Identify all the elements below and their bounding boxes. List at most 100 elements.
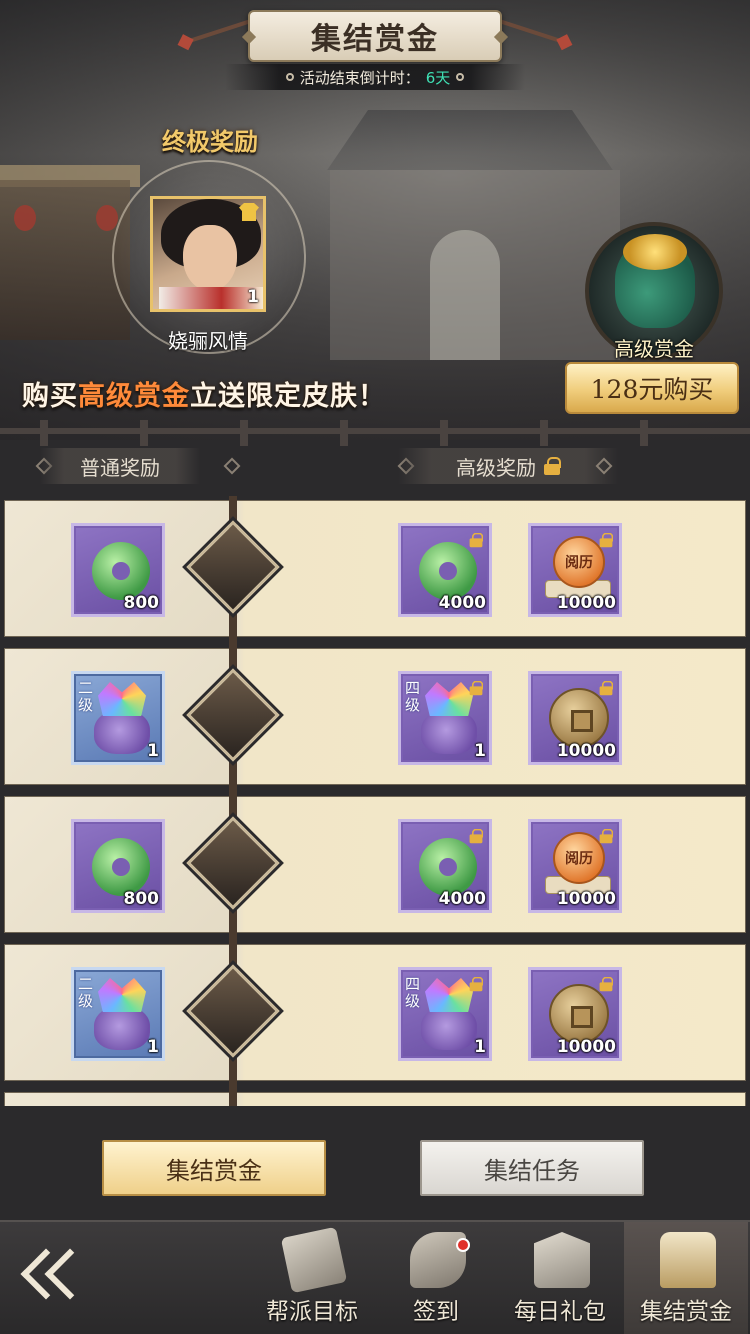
gem-bag-icon bbox=[421, 1006, 477, 1050]
skin-name: 娆骊风情 bbox=[168, 329, 248, 353]
book-icon bbox=[280, 1226, 348, 1294]
reward-item-advanced[interactable]: 4000 bbox=[398, 819, 492, 913]
reward-item-advanced[interactable]: 四级 1 bbox=[398, 967, 492, 1061]
fence-divider bbox=[0, 420, 750, 446]
fence-post bbox=[340, 420, 348, 446]
lock-icon bbox=[544, 457, 561, 475]
costume-icon bbox=[239, 203, 259, 221]
advanced-bounty-label: 高级赏金 bbox=[614, 337, 694, 361]
gold-coins-icon bbox=[623, 234, 687, 270]
ultimate-reward-title: 终极奖励 bbox=[162, 127, 258, 156]
nav-label: 每日礼包 bbox=[514, 1299, 606, 1325]
lantern-icon bbox=[14, 205, 36, 231]
gem-cluster-icon bbox=[98, 682, 146, 716]
experience-orb-icon: 阅历 bbox=[553, 832, 605, 884]
reward-row: 二级 1 四级 1 10000 bbox=[4, 648, 746, 785]
rally-tasks-button[interactable]: 集结任务 bbox=[420, 1140, 644, 1196]
item-quantity: 1 bbox=[147, 1037, 159, 1057]
tab-advanced-rewards[interactable]: 高级奖励 bbox=[398, 448, 618, 484]
promo-prefix: 购买 bbox=[22, 381, 78, 412]
lock-icon bbox=[599, 828, 614, 844]
item-grade: 四级 bbox=[405, 679, 421, 714]
reward-item-normal[interactable]: 二级 1 bbox=[71, 967, 165, 1061]
gem-bag-icon bbox=[94, 710, 150, 754]
buy-advanced-button[interactable]: 128元购买 bbox=[565, 362, 739, 414]
lantern-icon bbox=[96, 205, 118, 231]
item-quantity: 1 bbox=[147, 741, 159, 761]
copper-coin-icon bbox=[549, 984, 609, 1044]
lock-icon bbox=[469, 680, 484, 696]
jade-ring-icon bbox=[419, 838, 477, 896]
gem-bag-icon bbox=[94, 1006, 150, 1050]
countdown-value: 6天 bbox=[425, 68, 451, 87]
fence-rail bbox=[0, 428, 750, 434]
nav-label: 帮派目标 bbox=[266, 1299, 358, 1325]
row-left-panel bbox=[5, 1093, 237, 1106]
market-stall bbox=[0, 180, 130, 340]
gem-cluster-icon bbox=[425, 978, 473, 1012]
gem-cluster-icon bbox=[98, 978, 146, 1012]
nav-item-daily-gift[interactable]: 每日礼包 bbox=[498, 1222, 622, 1334]
chest-icon bbox=[660, 1232, 716, 1288]
lock-icon bbox=[469, 828, 484, 844]
lock-icon bbox=[469, 532, 484, 548]
item-quantity: 4000 bbox=[438, 889, 486, 909]
tab-normal-rewards[interactable]: 普通奖励 bbox=[40, 448, 200, 484]
item-quantity: 1 bbox=[474, 1037, 486, 1057]
reward-item-advanced[interactable]: 10000 bbox=[528, 671, 622, 765]
gem-cluster-icon bbox=[425, 682, 473, 716]
jade-ring-icon bbox=[92, 542, 150, 600]
event-countdown: 活动结束倒计时： 6天 bbox=[225, 64, 525, 90]
reward-row bbox=[4, 1092, 746, 1106]
countdown-label: 活动结束倒计时： bbox=[299, 68, 420, 87]
reward-item-normal[interactable]: 800 bbox=[71, 523, 165, 617]
item-quantity: 800 bbox=[123, 593, 160, 613]
item-grade: 四级 bbox=[405, 975, 421, 1010]
item-quantity: 800 bbox=[123, 889, 160, 909]
notification-badge bbox=[456, 1238, 470, 1252]
nav-label: 集结赏金 bbox=[640, 1299, 732, 1325]
fence-post bbox=[440, 420, 448, 446]
money-bag-icon[interactable] bbox=[615, 234, 695, 328]
rally-bounty-button[interactable]: 集结赏金 bbox=[102, 1140, 326, 1196]
ornament-dot-icon bbox=[456, 73, 465, 81]
fence-post bbox=[240, 420, 248, 446]
promo-highlight: 高级赏金 bbox=[78, 381, 190, 412]
reward-item-advanced[interactable]: 10000 bbox=[528, 967, 622, 1061]
back-button[interactable] bbox=[14, 1248, 100, 1304]
fence-post bbox=[540, 420, 548, 446]
jade-ring-icon bbox=[92, 838, 150, 896]
reward-row: 800 4000 阅历 10000 bbox=[4, 500, 746, 637]
promo-suffix: 立送限定皮肤！ bbox=[190, 381, 386, 412]
item-quantity: 4000 bbox=[438, 593, 486, 613]
item-quantity: 10000 bbox=[556, 1037, 616, 1057]
fence-post bbox=[140, 420, 148, 446]
nav-item-guild-goals[interactable]: 帮派目标 bbox=[250, 1222, 374, 1334]
item-quantity: 1 bbox=[247, 287, 259, 307]
reward-item-normal[interactable]: 二级 1 bbox=[71, 671, 165, 765]
building-roof bbox=[327, 110, 613, 170]
item-quantity: 10000 bbox=[556, 889, 616, 909]
lock-icon bbox=[599, 532, 614, 548]
item-quantity: 10000 bbox=[556, 741, 616, 761]
reward-item-advanced[interactable]: 4000 bbox=[398, 523, 492, 617]
building-arch bbox=[430, 230, 500, 360]
tab-label: 高级奖励 bbox=[456, 455, 536, 480]
page-title: 集结赏金 bbox=[248, 10, 502, 62]
lock-icon bbox=[599, 976, 614, 992]
nav-item-check-in[interactable]: 签到 bbox=[374, 1222, 498, 1334]
item-quantity: 10000 bbox=[556, 593, 616, 613]
reward-item-advanced[interactable]: 四级 1 bbox=[398, 671, 492, 765]
reward-row: 二级 1 四级 1 10000 bbox=[4, 944, 746, 1081]
reward-item-advanced[interactable]: 阅历 10000 bbox=[528, 819, 622, 913]
ultimate-skin-card[interactable]: 1 bbox=[150, 196, 266, 312]
reward-item-normal[interactable]: 800 bbox=[71, 819, 165, 913]
reward-list[interactable]: 800 4000 阅历 10000 二级 1 四级 1 10000 800 40… bbox=[0, 496, 750, 1106]
reward-item-advanced[interactable]: 阅历 10000 bbox=[528, 523, 622, 617]
gift-icon bbox=[534, 1232, 590, 1288]
promo-text: 购买高级赏金立送限定皮肤！ bbox=[22, 374, 386, 413]
nav-item-rally-bounty[interactable]: 集结赏金 bbox=[624, 1222, 748, 1334]
copper-coin-icon bbox=[549, 688, 609, 748]
tab-label: 普通奖励 bbox=[80, 455, 160, 480]
jade-ring-icon bbox=[419, 542, 477, 600]
